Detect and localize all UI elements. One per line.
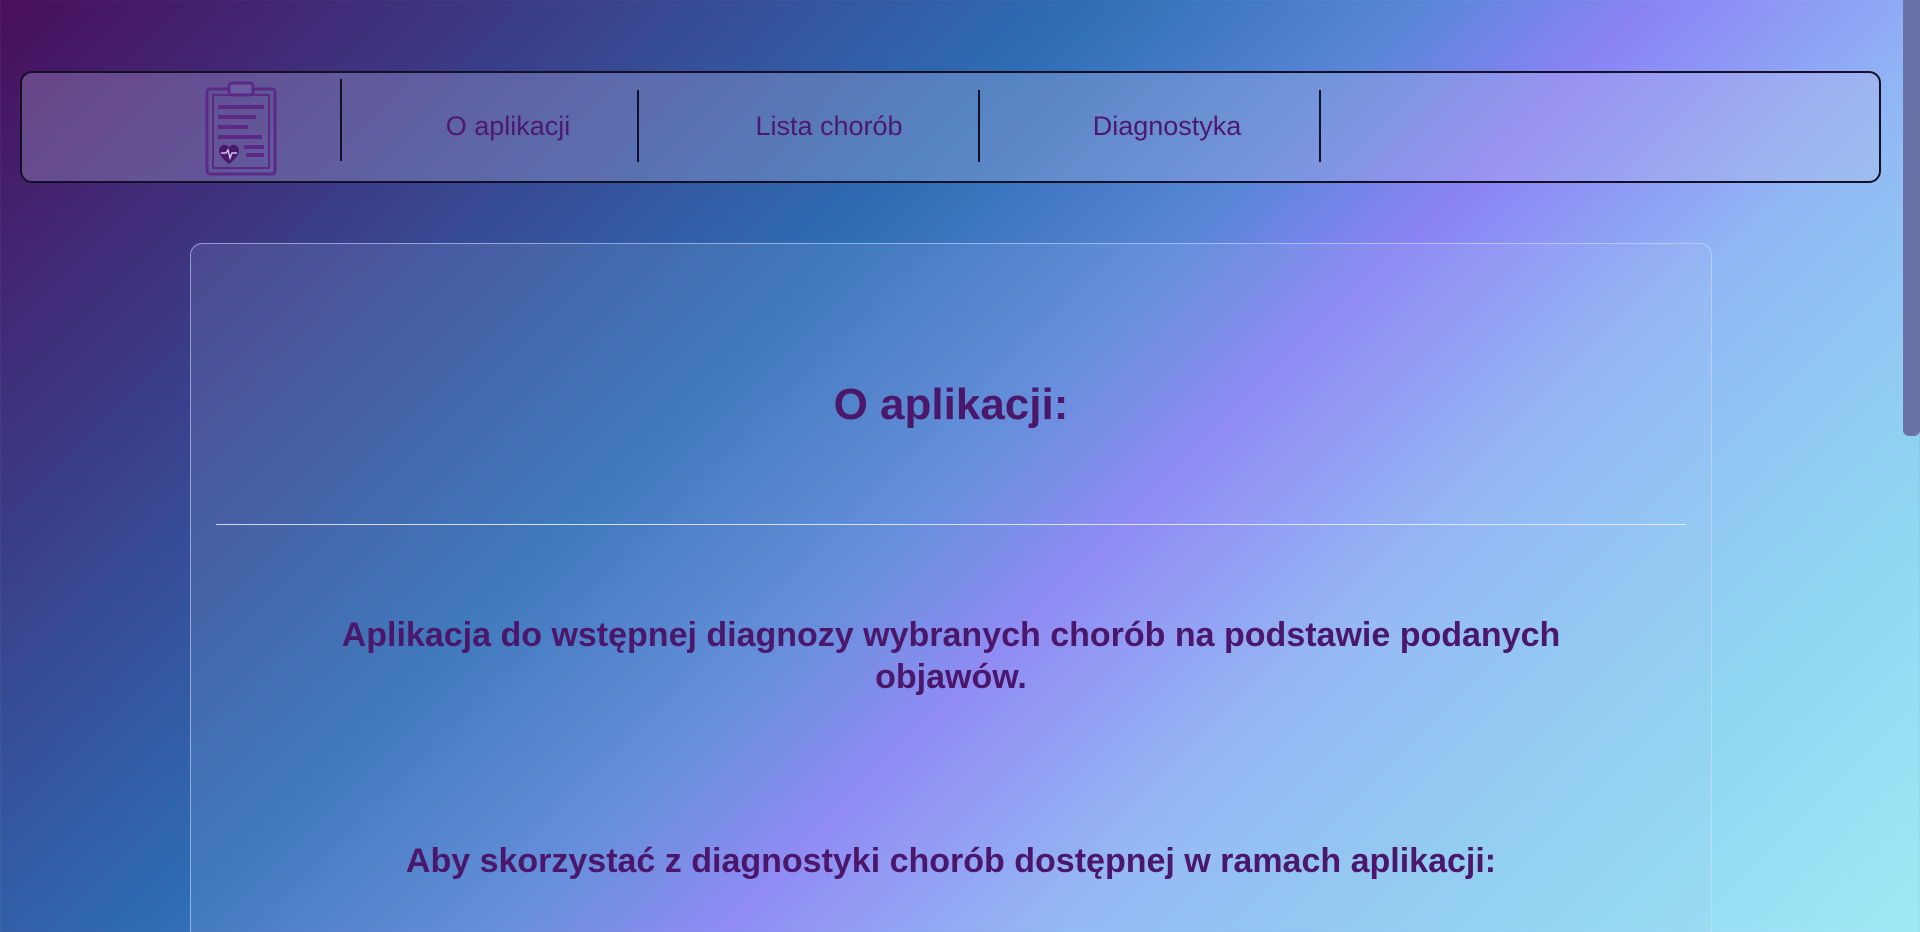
scrollbar-thumb[interactable] xyxy=(1903,0,1920,436)
nav-divider xyxy=(978,90,980,162)
usage-instruction: Aby skorzystać z diagnostyki chorób dost… xyxy=(405,842,1497,880)
nav-divider xyxy=(340,79,342,161)
about-card: O aplikacji: Aplikacja do wstępnej diagn… xyxy=(190,243,1712,932)
nav-divider xyxy=(1319,90,1321,162)
nav-link-o-aplikacji[interactable]: O aplikacji xyxy=(397,111,619,142)
page-scrollbar[interactable] xyxy=(1903,0,1920,932)
nav-link-diagnostyka[interactable]: Diagnostyka xyxy=(1040,111,1294,142)
nav-divider xyxy=(637,90,639,162)
clipboard-heart-icon[interactable] xyxy=(204,81,278,177)
page-title: O aplikacji: xyxy=(833,380,1069,429)
top-navbar: O aplikacji Lista chorób Diagnostyka xyxy=(20,71,1881,183)
title-divider xyxy=(216,524,1686,525)
nav-link-lista-chorob[interactable]: Lista chorób xyxy=(702,111,956,142)
app-description: Aplikacja do wstępnej diagnozy wybranych… xyxy=(341,616,1561,696)
